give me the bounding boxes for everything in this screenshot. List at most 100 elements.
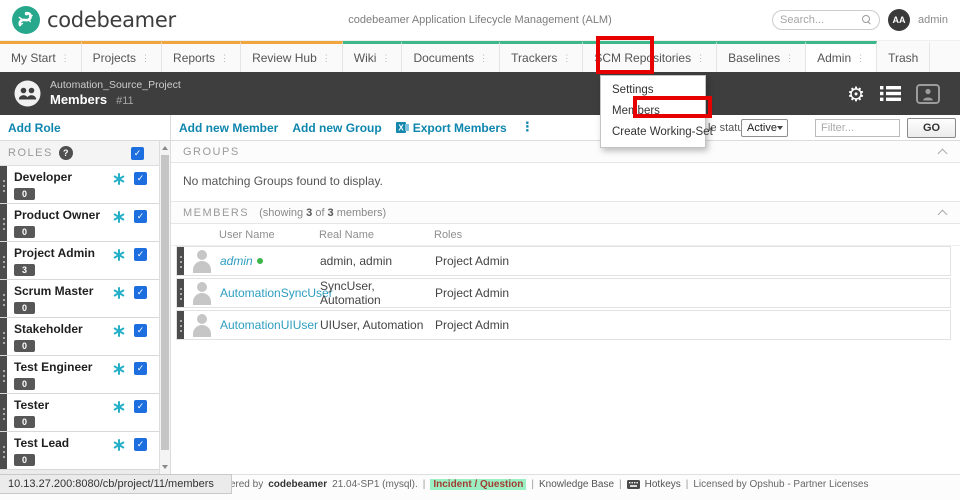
role-card[interactable]: Stakeholder 0 ✓: [0, 318, 159, 356]
project-name[interactable]: Automation_Source_Project: [50, 79, 181, 92]
drag-handle-icon[interactable]: [0, 166, 7, 203]
drag-handle-icon[interactable]: [177, 247, 184, 275]
tab-menu-icon[interactable]: ⋮: [696, 53, 705, 64]
drag-handle-icon[interactable]: [0, 280, 7, 317]
avatar[interactable]: AA: [888, 9, 910, 31]
member-row[interactable]: AutomationSyncUser SyncUser, Automation …: [176, 278, 951, 308]
member-avatar-icon[interactable]: [916, 84, 940, 104]
hotkeys-link[interactable]: Hotkeys: [645, 479, 681, 490]
member-username-link[interactable]: AutomationUIUser: [220, 318, 318, 332]
drag-handle-icon[interactable]: [0, 432, 7, 469]
scroll-up-icon[interactable]: [162, 146, 168, 150]
admin-menu-item[interactable]: Settings: [601, 80, 705, 101]
tab-menu-icon[interactable]: ⋮: [562, 53, 571, 64]
role-card[interactable]: Test Engineer 0 ✓: [0, 356, 159, 394]
tab-menu-icon[interactable]: ⋮: [381, 53, 390, 64]
nav-tab[interactable]: Admin ⋮: [806, 41, 877, 72]
drag-handle-icon[interactable]: [0, 204, 7, 241]
tab-menu-icon[interactable]: ⋮: [479, 53, 488, 64]
knowledge-base-link[interactable]: Knowledge Base: [539, 479, 614, 490]
roles-select-all-checkbox[interactable]: ✓: [131, 147, 144, 160]
role-checkbox[interactable]: ✓: [134, 438, 147, 451]
drag-handle-icon[interactable]: [177, 311, 184, 339]
role-filter-icon[interactable]: [113, 401, 125, 413]
help-icon[interactable]: ?: [59, 146, 73, 160]
incident-question-link[interactable]: Incident / Question: [430, 479, 526, 490]
go-button[interactable]: GO: [907, 118, 956, 138]
drag-handle-icon[interactable]: [0, 356, 7, 393]
tab-menu-icon[interactable]: ⋮: [322, 53, 331, 64]
role-card[interactable]: Scrum Master 0 ✓: [0, 280, 159, 318]
footer-brand[interactable]: codebeamer: [268, 479, 327, 490]
add-role-link[interactable]: Add Role: [8, 121, 61, 135]
nav-tab[interactable]: SCM Repositories ⋮: [583, 41, 717, 72]
role-filter-icon[interactable]: [113, 249, 125, 261]
nav-tab[interactable]: Baselines ⋮: [717, 41, 806, 72]
role-card[interactable]: Tester 0 ✓: [0, 394, 159, 432]
user-name-label[interactable]: admin: [918, 14, 948, 26]
members-table-body: admin admin, admin Project Admin Automat…: [171, 246, 960, 340]
member-username-link[interactable]: AutomationSyncUser: [220, 286, 333, 300]
tab-menu-icon[interactable]: ⋮: [220, 53, 229, 64]
role-checkbox[interactable]: ✓: [134, 324, 147, 337]
scrollbar-thumb[interactable]: [161, 155, 169, 450]
codebeamer-logo[interactable]: codebeamer: [12, 6, 176, 34]
export-members-link[interactable]: X Export Members: [396, 121, 507, 135]
add-new-member-link[interactable]: Add new Member: [179, 121, 278, 135]
role-card[interactable]: Product Owner 0 ✓: [0, 204, 159, 242]
collapse-icon[interactable]: [938, 209, 948, 219]
role-card[interactable]: Project Admin 3 ✓: [0, 242, 159, 280]
nav-tab[interactable]: My Start ⋮: [0, 41, 82, 72]
collapse-icon[interactable]: [938, 148, 948, 158]
nav-tab[interactable]: Trash: [877, 41, 930, 72]
role-member-count-badge: 0: [14, 188, 35, 200]
search-box[interactable]: [772, 10, 880, 30]
drag-handle-icon[interactable]: [0, 242, 7, 279]
tab-menu-icon[interactable]: ⋮: [856, 53, 865, 64]
status-select[interactable]: Active: [741, 119, 788, 137]
role-checkbox[interactable]: ✓: [134, 286, 147, 299]
kebab-menu-icon[interactable]: ⋮: [521, 120, 534, 135]
search-input[interactable]: [780, 14, 862, 26]
tab-menu-icon[interactable]: ⋮: [785, 53, 794, 64]
role-filter-icon[interactable]: [113, 363, 125, 375]
online-dot: [257, 258, 263, 264]
nav-tab[interactable]: Review Hub ⋮: [241, 41, 343, 72]
nav-tab[interactable]: Documents ⋮: [402, 41, 500, 72]
nav-tab[interactable]: Projects ⋮: [82, 41, 162, 72]
role-card[interactable]: Developer 0 ✓: [0, 166, 159, 204]
member-roles: Project Admin: [435, 318, 950, 332]
admin-menu-item[interactable]: Create Working-Set: [601, 122, 705, 143]
drag-handle-icon[interactable]: [177, 279, 184, 307]
role-checkbox[interactable]: ✓: [134, 362, 147, 375]
role-checkbox[interactable]: ✓: [134, 210, 147, 223]
search-icon[interactable]: [862, 15, 872, 25]
role-card[interactable]: Test Lead 0 ✓: [0, 432, 159, 470]
member-row[interactable]: AutomationUIUser UIUser, Automation Proj…: [176, 310, 951, 340]
role-checkbox[interactable]: ✓: [134, 248, 147, 261]
scroll-down-icon[interactable]: [162, 465, 168, 469]
role-filter-icon[interactable]: [113, 173, 125, 185]
gear-icon[interactable]: ⚙: [847, 84, 865, 104]
add-new-group-link[interactable]: Add new Group: [292, 121, 381, 135]
nav-tab[interactable]: Trackers ⋮: [500, 41, 583, 72]
role-filter-icon[interactable]: [113, 439, 125, 451]
drag-handle-icon[interactable]: [0, 318, 7, 355]
role-filter-icon[interactable]: [113, 211, 125, 223]
role-filter-icon[interactable]: [113, 325, 125, 337]
drag-handle-icon[interactable]: [0, 394, 7, 431]
tab-menu-icon[interactable]: ⋮: [61, 53, 70, 64]
list-view-icon[interactable]: [880, 85, 901, 102]
role-checkbox[interactable]: ✓: [134, 400, 147, 413]
filter-input[interactable]: [815, 119, 900, 137]
admin-menu-item[interactable]: Members: [601, 101, 705, 122]
member-username-link[interactable]: admin: [220, 254, 253, 268]
role-checkbox[interactable]: ✓: [134, 172, 147, 185]
member-row[interactable]: admin admin, admin Project Admin: [176, 246, 951, 276]
nav-tab[interactable]: Reports ⋮: [162, 41, 241, 72]
sidebar-scrollbar[interactable]: [159, 141, 170, 474]
nav-tab[interactable]: Wiki ⋮: [343, 41, 403, 72]
role-filter-icon[interactable]: [113, 287, 125, 299]
member-roles: Project Admin: [435, 286, 950, 300]
tab-menu-icon[interactable]: ⋮: [141, 53, 150, 64]
